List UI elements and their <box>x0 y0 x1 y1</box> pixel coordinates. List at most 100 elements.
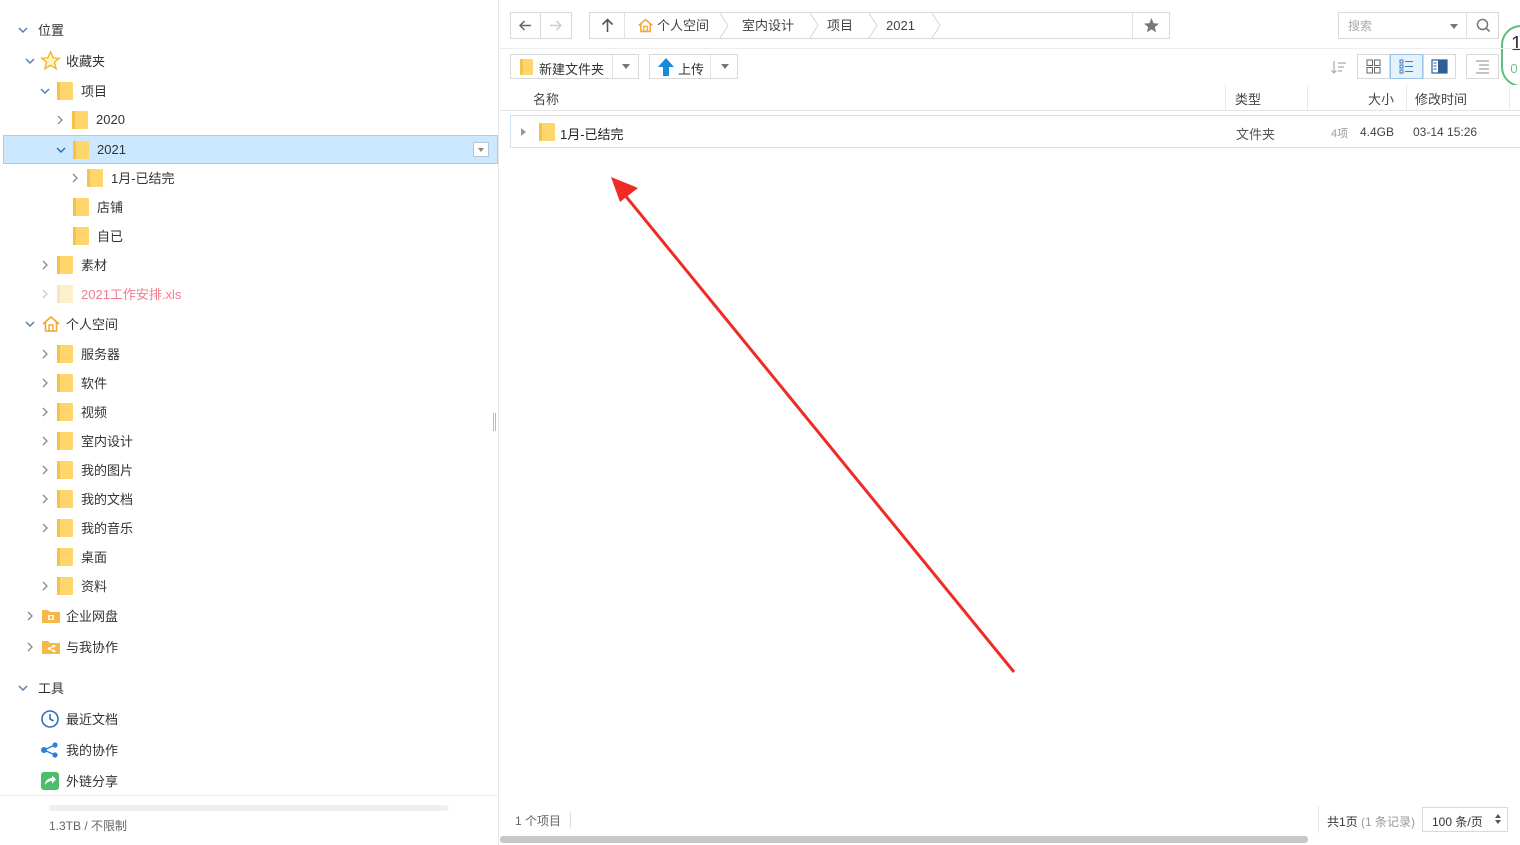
folder-icon <box>57 373 73 392</box>
section-tools-label: 工具 <box>38 681 65 696</box>
folder-icon <box>57 402 73 421</box>
pagination-summary: 共1页 (1 条记录) <box>1327 813 1415 830</box>
tree-item-project[interactable]: 项目 <box>0 76 497 105</box>
chevron-right-icon[interactable] <box>39 288 51 300</box>
chevron-right-icon[interactable] <box>39 406 51 418</box>
spinner-arrows-icon <box>1495 814 1501 824</box>
star-icon <box>40 50 61 71</box>
sidebar-resize-handle[interactable] <box>493 413 496 431</box>
tree-item-label: 收藏夹 <box>66 54 106 69</box>
tree-item-2020[interactable]: 2020 <box>0 105 497 134</box>
chevron-down-icon[interactable] <box>24 55 36 67</box>
tree-item-label: 2021 <box>97 142 126 157</box>
tree-item-favorites[interactable]: 收藏夹 <box>0 46 497 75</box>
chevron-right-icon[interactable] <box>39 259 51 271</box>
folder-icon <box>57 547 73 566</box>
folder-icon <box>57 576 73 595</box>
tree-item-my-pictures[interactable]: 我的图片 <box>0 455 497 484</box>
folder-icon <box>87 168 103 187</box>
tree-item-video[interactable]: 视频 <box>0 397 497 426</box>
tree-item-personal-space[interactable]: 个人空间 <box>0 309 497 338</box>
tree-item-self[interactable]: 自已 <box>0 221 497 250</box>
tool-label: 我的协作 <box>66 743 119 758</box>
folder-icon <box>73 140 89 159</box>
tree-item-label: 软件 <box>81 376 108 391</box>
chevron-down-icon[interactable] <box>24 318 36 330</box>
tree-item-enterprise-drive[interactable]: 企业网盘 <box>0 601 497 630</box>
page-total: 共1页 <box>1327 815 1358 829</box>
sidebar: 位置 收藏夹 项目 2020 2021 1月-已结完 店铺 自已 素材 2021… <box>0 0 499 845</box>
chevron-right-icon[interactable] <box>39 377 51 389</box>
tree-item-label: 2021工作安排.xls <box>81 287 182 302</box>
tree-item-label: 2020 <box>96 112 125 127</box>
horizontal-scrollbar[interactable] <box>500 836 1308 843</box>
tree-item-desktop[interactable]: 桌面 <box>0 542 497 571</box>
tree-item-label: 桌面 <box>81 550 108 565</box>
tool-my-collaboration[interactable]: 我的协作 <box>0 735 497 764</box>
tree-item-label: 自已 <box>97 229 124 244</box>
tree-item-label: 我的图片 <box>81 463 134 478</box>
tree-item-jan-finished[interactable]: 1月-已结完 <box>0 163 497 192</box>
chevron-right-icon[interactable] <box>39 435 51 447</box>
chevron-down-icon[interactable] <box>17 682 29 694</box>
row-menu-dropdown-icon[interactable] <box>473 142 489 157</box>
page-size-select[interactable]: 100 条/页 <box>1422 807 1508 832</box>
tree-item-xls-file[interactable]: 2021工作安排.xls <box>0 279 497 308</box>
folder-icon <box>73 226 89 245</box>
chevron-down-icon[interactable] <box>17 24 29 36</box>
chevron-right-icon[interactable] <box>24 641 36 653</box>
tree-item-label: 视频 <box>81 405 108 420</box>
folder-icon <box>57 284 73 303</box>
tree-item-label: 我的音乐 <box>81 521 134 536</box>
storage-usage-text: 1.3TB / 不限制 <box>49 819 128 833</box>
folder-icon <box>57 518 73 537</box>
item-count-label: 1 个项目 <box>515 814 562 828</box>
chevron-down-icon[interactable] <box>55 144 67 156</box>
tree-item-material[interactable]: 素材 <box>0 250 497 279</box>
tree-item-resources[interactable]: 资料 <box>0 571 497 600</box>
pagination: 共1页 (1 条记录) 100 条/页 <box>1318 806 1508 833</box>
tree-item-server[interactable]: 服务器 <box>0 339 497 368</box>
chevron-right-icon[interactable] <box>39 580 51 592</box>
shared-folder-icon <box>41 638 61 656</box>
tree-item-my-documents[interactable]: 我的文档 <box>0 484 497 513</box>
page-size-value: 100 条/页 <box>1432 815 1483 829</box>
tree-item-label: 服务器 <box>81 347 121 362</box>
clock-icon <box>40 709 60 729</box>
chevron-right-icon[interactable] <box>39 348 51 360</box>
tree-item-label: 与我协作 <box>66 640 119 655</box>
tree-item-label: 室内设计 <box>81 434 134 449</box>
section-tools[interactable]: 工具 <box>0 673 497 702</box>
main-panel: 个人空间 室内设计 项目 2021 1 <box>500 0 1520 845</box>
tree-item-label: 店铺 <box>97 200 124 215</box>
storage-usage-bar <box>49 805 449 811</box>
tree-item-shared-with-me[interactable]: 与我协作 <box>0 632 497 661</box>
chevron-right-icon[interactable] <box>39 493 51 505</box>
chevron-right-icon[interactable] <box>69 172 81 184</box>
tree-item-label: 企业网盘 <box>66 609 119 624</box>
folder-icon <box>57 255 73 274</box>
tree-item-label: 素材 <box>81 258 108 273</box>
tool-label: 最近文档 <box>66 712 119 727</box>
folder-icon <box>72 110 88 129</box>
folder-icon <box>57 460 73 479</box>
tree-item-software[interactable]: 软件 <box>0 368 497 397</box>
tree-item-2021[interactable]: 2021 <box>3 135 498 164</box>
chevron-right-icon[interactable] <box>24 610 36 622</box>
tool-external-share[interactable]: 外链分享 <box>0 766 497 795</box>
tree-item-interior-design[interactable]: 室内设计 <box>0 426 497 455</box>
chevron-right-icon[interactable] <box>39 522 51 534</box>
external-link-share-icon <box>40 771 60 791</box>
chevron-down-icon[interactable] <box>39 85 51 97</box>
tree-item-my-music[interactable]: 我的音乐 <box>0 513 497 542</box>
tool-recent-documents[interactable]: 最近文档 <box>0 704 497 733</box>
folder-icon <box>57 489 73 508</box>
tree-item-shop[interactable]: 店铺 <box>0 192 497 221</box>
chevron-right-icon[interactable] <box>54 114 66 126</box>
folder-icon <box>57 344 73 363</box>
folder-icon <box>57 431 73 450</box>
chevron-right-icon[interactable] <box>39 464 51 476</box>
tree-item-label: 资料 <box>81 579 108 594</box>
footer-divider <box>570 812 571 828</box>
section-locations[interactable]: 位置 <box>0 15 497 44</box>
